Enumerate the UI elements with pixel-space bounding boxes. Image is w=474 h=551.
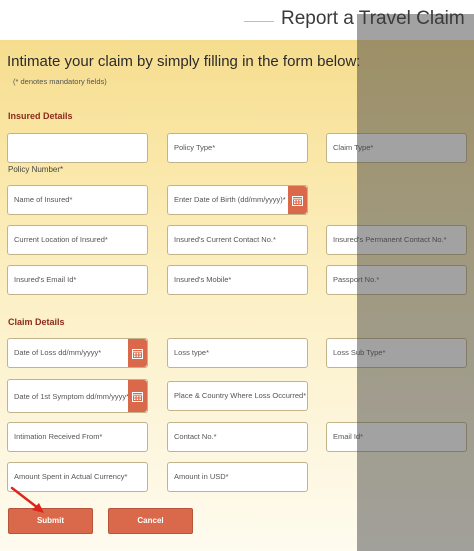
calendar-icon[interactable] <box>288 186 307 214</box>
permanent-contact-placeholder: Insured's Permanent Contact No.* <box>333 235 447 244</box>
date-of-loss-placeholder: Date of Loss dd/mm/yyyy* <box>14 348 102 357</box>
header-divider <box>244 21 274 22</box>
loss-type-placeholder: Loss type* <box>174 348 210 357</box>
policy-number-label: Policy Number* <box>8 165 64 174</box>
email-field[interactable]: Insured's Email Id* <box>7 265 148 295</box>
amount-actual-currency-placeholder: Amount Spent in Actual Currency* <box>14 472 128 481</box>
amount-usd-placeholder: Amount in USD* <box>174 472 229 481</box>
current-location-field[interactable]: Current Location of Insured* <box>7 225 148 255</box>
date-first-symptom-placeholder: Date of 1st Symptom dd/mm/yyyy* <box>14 392 130 401</box>
passport-field[interactable]: Passport No.* <box>326 265 467 295</box>
permanent-contact-field[interactable]: Insured's Permanent Contact No.* <box>326 225 467 255</box>
policy-number-field[interactable] <box>7 133 148 163</box>
date-of-loss-field[interactable]: Date of Loss dd/mm/yyyy* <box>7 338 148 368</box>
place-country-placeholder: Place & Country Where Loss Occurred* <box>174 391 307 400</box>
current-contact-field[interactable]: Insured's Current Contact No.* <box>167 225 308 255</box>
contact-no-field[interactable]: Contact No.* <box>167 422 308 452</box>
loss-type-field[interactable]: Loss type* <box>167 338 308 368</box>
name-of-insured-placeholder: Name of Insured* <box>14 195 73 204</box>
cancel-button[interactable]: Cancel <box>108 508 193 534</box>
policy-type-field[interactable]: Policy Type* <box>167 133 308 163</box>
insured-details-title: Insured Details <box>8 111 73 121</box>
policy-type-placeholder: Policy Type* <box>174 143 216 152</box>
email-id-placeholder: Email Id* <box>333 432 364 441</box>
email-placeholder: Insured's Email Id* <box>14 275 77 284</box>
mobile-field[interactable]: Insured's Mobile* <box>167 265 308 295</box>
current-location-placeholder: Current Location of Insured* <box>14 235 108 244</box>
amount-usd-field[interactable]: Amount in USD* <box>167 462 308 492</box>
date-first-symptom-field[interactable]: Date of 1st Symptom dd/mm/yyyy* <box>7 379 148 413</box>
claim-details-title: Claim Details <box>8 317 65 327</box>
calendar-icon[interactable] <box>128 339 147 367</box>
red-arrow-icon <box>10 486 44 513</box>
date-of-birth-placeholder: Enter Date of Birth (dd/mm/yyyy)* <box>174 195 286 204</box>
page: Report a Travel Claim Intimate your clai… <box>0 0 474 551</box>
contact-no-placeholder: Contact No.* <box>174 432 217 441</box>
passport-placeholder: Passport No.* <box>333 275 380 284</box>
loss-sub-type-placeholder: Loss Sub Type* <box>333 348 386 357</box>
claim-type-placeholder: Claim Type* <box>333 143 374 152</box>
place-country-field[interactable]: Place & Country Where Loss Occurred* <box>167 381 308 411</box>
calendar-icon[interactable] <box>128 380 147 412</box>
date-of-birth-field[interactable]: Enter Date of Birth (dd/mm/yyyy)* <box>167 185 308 215</box>
loss-sub-type-field[interactable]: Loss Sub Type* <box>326 338 467 368</box>
page-title: Report a Travel Claim <box>281 8 465 29</box>
mobile-placeholder: Insured's Mobile* <box>174 275 232 284</box>
claim-type-field[interactable]: Claim Type* <box>326 133 467 163</box>
name-of-insured-field[interactable]: Name of Insured* <box>7 185 148 215</box>
intimation-received-placeholder: Intimation Received From* <box>14 432 103 441</box>
mandatory-note: (* denotes mandatory fields) <box>13 77 107 86</box>
current-contact-placeholder: Insured's Current Contact No.* <box>174 235 276 244</box>
intimation-received-field[interactable]: Intimation Received From* <box>7 422 148 452</box>
email-id-field[interactable]: Email Id* <box>326 422 467 452</box>
intro-heading: Intimate your claim by simply filling in… <box>7 53 361 70</box>
